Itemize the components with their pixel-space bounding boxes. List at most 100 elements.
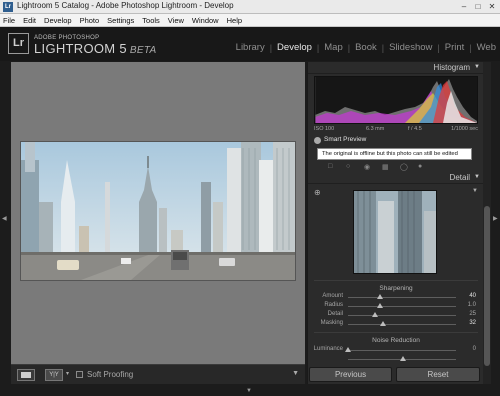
soft-proofing-label: Soft Proofing — [87, 370, 134, 379]
menu-help[interactable]: Help — [227, 14, 242, 26]
previous-button[interactable]: Previous — [309, 367, 392, 382]
brand-beta: BETA — [129, 45, 157, 56]
menu-photo[interactable]: Photo — [80, 14, 100, 26]
close-icon[interactable]: ✕ — [486, 1, 498, 12]
develop-bottom-buttons: Previous Reset — [307, 366, 483, 384]
detail-title: Detail — [449, 173, 470, 182]
photo-image[interactable] — [20, 141, 296, 281]
slider-knob[interactable] — [380, 321, 386, 326]
window-title: Lightroom 5 Catalog - Adobe Photoshop Li… — [17, 1, 234, 10]
module-map[interactable]: Map — [324, 42, 342, 53]
slider-track[interactable] — [348, 350, 456, 351]
module-library[interactable]: Library — [236, 42, 265, 53]
slider-amount[interactable]: Amount 40 — [308, 293, 484, 302]
right-panel-toggle-icon[interactable]: ▶ — [493, 215, 498, 222]
slider-radius[interactable]: Radius 1.0 — [308, 302, 484, 311]
target-adjustment-icon[interactable]: ⊕ — [314, 188, 321, 197]
crop-tool-icon[interactable]: □ — [328, 163, 332, 170]
slider-knob[interactable] — [400, 356, 406, 361]
module-separator: | — [437, 42, 440, 53]
soft-proofing-checkbox[interactable] — [76, 371, 83, 378]
right-panel-scroll-thumb[interactable] — [484, 206, 490, 366]
slider-track[interactable] — [348, 315, 456, 316]
filmstrip-toggle-icon[interactable]: ▼ — [246, 388, 252, 394]
noise-reduction-title: Noise Reduction — [372, 337, 420, 344]
menu-develop[interactable]: Develop — [44, 14, 72, 26]
develop-toolbar: Y|Y ▾ Soft Proofing ▼ — [11, 364, 305, 384]
menu-bar: File Edit Develop Photo Settings Tools V… — [0, 14, 500, 27]
module-print[interactable]: Print — [445, 42, 465, 53]
exif-aperture: f / 4.5 — [408, 126, 422, 132]
module-separator: | — [469, 42, 472, 53]
module-separator: | — [316, 42, 320, 53]
slider-track[interactable] — [348, 297, 456, 298]
loupe-view-button[interactable] — [17, 369, 35, 381]
collapse-triangle-icon[interactable]: ▼ — [474, 64, 480, 70]
histogram-title: Histogram — [433, 63, 470, 72]
identity-plate: Lr ADOBE PHOTOSHOP LIGHTROOM 5 BETA Libra… — [0, 27, 500, 61]
section-divider — [314, 332, 478, 333]
detail-preview-toggle-icon[interactable]: ▼ — [472, 188, 478, 194]
section-divider — [314, 280, 478, 281]
slider-track[interactable] — [348, 306, 456, 307]
maximize-icon[interactable]: □ — [472, 1, 484, 12]
slider-knob[interactable] — [377, 294, 383, 299]
slider-label: Radius — [324, 302, 343, 308]
menu-tools[interactable]: Tools — [142, 14, 160, 26]
menu-edit[interactable]: Edit — [23, 14, 36, 26]
menu-view[interactable]: View — [168, 14, 184, 26]
module-develop[interactable]: Develop — [277, 42, 312, 53]
slider-masking[interactable]: Masking 32 — [308, 320, 484, 329]
detail-preview-image[interactable] — [353, 190, 437, 274]
red-eye-tool-icon[interactable]: ◉ — [364, 163, 370, 171]
menu-file[interactable]: File — [3, 14, 15, 26]
loupe-view-icon — [21, 372, 31, 378]
adjustment-brush-icon[interactable]: ● — [418, 163, 422, 170]
smart-preview-tooltip: The original is offline but this photo c… — [317, 148, 472, 160]
slider-value[interactable]: 1.0 — [468, 302, 476, 308]
spot-removal-tool-icon[interactable]: ○ — [346, 163, 350, 170]
before-after-button[interactable]: Y|Y — [45, 369, 63, 381]
menu-window[interactable]: Window — [192, 14, 219, 26]
histogram-header[interactable]: Histogram ▼ — [308, 62, 484, 74]
graduated-filter-icon[interactable]: ▦ — [382, 163, 389, 171]
slider-value[interactable]: 25 — [469, 311, 476, 317]
slider-track[interactable] — [348, 324, 456, 325]
right-panel: Histogram ▼ ISO 100 6.3 mm f / 4.5 1/100… — [307, 62, 484, 384]
smart-preview-icon[interactable] — [314, 137, 321, 144]
collapse-triangle-icon[interactable]: ▼ — [474, 174, 480, 180]
exif-shutter: 1/1000 sec — [451, 126, 478, 132]
left-panel-toggle-icon[interactable]: ◀ — [2, 215, 7, 222]
module-separator: | — [269, 42, 273, 53]
minimize-icon[interactable]: – — [458, 1, 470, 12]
slider-knob[interactable] — [377, 303, 383, 308]
radial-filter-icon[interactable]: ◯ — [400, 163, 408, 171]
detail-header[interactable]: Detail ▼ — [308, 172, 484, 184]
module-book[interactable]: Book — [355, 42, 377, 53]
menu-settings[interactable]: Settings — [107, 14, 134, 26]
module-slideshow[interactable]: Slideshow — [389, 42, 432, 53]
module-web[interactable]: Web — [477, 42, 496, 53]
lightroom-logo: Lr — [8, 33, 29, 54]
histogram-graph[interactable] — [314, 76, 478, 124]
exif-iso: ISO 100 — [314, 126, 335, 132]
slider-knob[interactable] — [345, 347, 351, 352]
toolbar-content-menu-icon[interactable]: ▼ — [292, 370, 299, 377]
exif-focal-length: 6.3 mm — [366, 126, 385, 132]
slider-knob[interactable] — [372, 312, 378, 317]
slider-luminance-detail-partial[interactable] — [308, 355, 484, 364]
window-controls: – □ ✕ — [458, 1, 498, 12]
slider-luminance[interactable]: Luminance 0 — [308, 346, 484, 355]
module-separator: | — [347, 42, 351, 53]
slider-value[interactable]: 0 — [473, 346, 476, 352]
reset-button[interactable]: Reset — [396, 367, 480, 382]
smart-preview-row[interactable]: Smart Preview — [308, 136, 484, 147]
module-picker: Library | Develop | Map | Book | Slidesh… — [236, 42, 496, 53]
sharpening-title: Sharpening — [379, 285, 413, 292]
brand-product: LIGHTROOM 5 — [34, 41, 127, 56]
before-after-menu-icon[interactable]: ▾ — [66, 370, 69, 377]
slider-value[interactable]: 32 — [469, 320, 476, 326]
slider-value[interactable]: 40 — [469, 293, 476, 299]
brand-name: LIGHTROOM 5 BETA — [34, 41, 156, 56]
slider-detail[interactable]: Detail 25 — [308, 311, 484, 320]
